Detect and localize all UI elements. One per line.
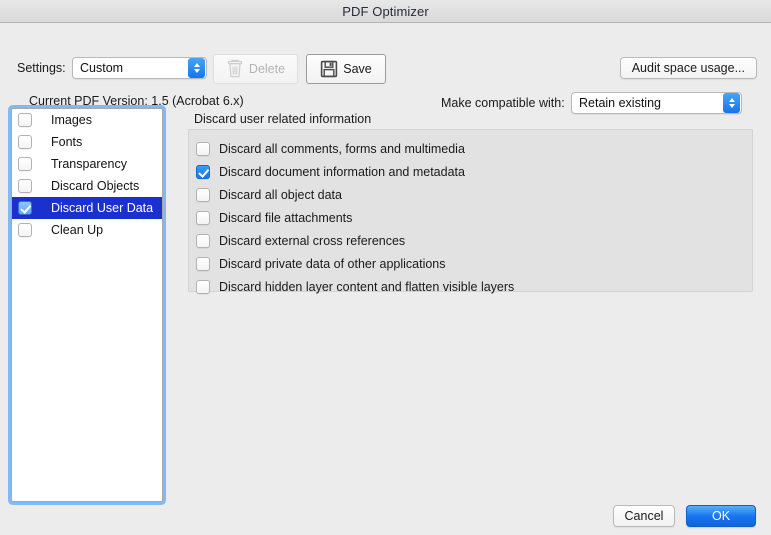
delete-button[interactable]: Delete	[213, 54, 298, 84]
option-label: Discard document information and metadat…	[219, 164, 465, 179]
settings-dropdown[interactable]: Custom	[72, 57, 207, 79]
option-checkbox[interactable]	[196, 141, 210, 156]
sidebar-item-label: Transparency	[51, 157, 127, 171]
option-row[interactable]: Discard file attachments	[189, 206, 752, 229]
sidebar-item-label: Clean Up	[51, 223, 104, 237]
sidebar-item-checkbox[interactable]	[18, 223, 32, 237]
updown-chevron-icon	[188, 58, 205, 78]
window-title: PDF Optimizer	[342, 3, 429, 19]
sidebar-item-discard-user-data[interactable]: Discard User Data	[12, 197, 162, 219]
cancel-button-label: Cancel	[624, 509, 664, 523]
sidebar-item-checkbox[interactable]	[18, 135, 32, 149]
option-label: Discard external cross references	[219, 233, 406, 248]
toolbar: Settings: Custom Delete Save Audit space…	[0, 23, 771, 114]
window-titlebar: PDF Optimizer	[0, 0, 771, 23]
settings-label: Settings:	[17, 61, 66, 75]
sidebar-item-label: Fonts	[51, 135, 83, 149]
option-row[interactable]: Discard private data of other applicatio…	[189, 252, 752, 275]
ok-button[interactable]: OK	[686, 505, 756, 527]
group-title: Discard user related information	[194, 112, 372, 126]
sidebar-item-fonts[interactable]: Fonts	[12, 131, 162, 153]
sidebar-item-label: Images	[51, 113, 92, 127]
option-row[interactable]: Discard hidden layer content and flatten…	[189, 275, 752, 298]
sidebar-item-checkbox[interactable]	[18, 179, 32, 193]
option-row[interactable]: Discard all object data	[189, 183, 752, 206]
sidebar-item-label: Discard Objects	[51, 179, 140, 193]
option-checkbox[interactable]	[196, 187, 210, 202]
option-label: Discard private data of other applicatio…	[219, 256, 446, 271]
option-row[interactable]: Discard all comments, forms and multimed…	[189, 137, 752, 160]
option-checkbox[interactable]	[196, 164, 210, 179]
sidebar-item-checkbox[interactable]	[18, 113, 32, 127]
option-row[interactable]: Discard external cross references	[189, 229, 752, 252]
sidebar-item-images[interactable]: Images	[12, 109, 162, 131]
trash-icon	[227, 59, 243, 78]
save-button[interactable]: Save	[306, 54, 386, 84]
sidebar-item-transparency[interactable]: Transparency	[12, 153, 162, 175]
option-checkbox[interactable]	[196, 279, 210, 294]
option-label: Discard hidden layer content and flatten…	[219, 279, 515, 294]
floppy-disk-icon	[321, 60, 338, 78]
option-checkbox[interactable]	[196, 256, 210, 271]
option-label: Discard file attachments	[219, 210, 353, 225]
delete-button-label: Delete	[248, 62, 286, 76]
sidebar-item-clean-up[interactable]: Clean Up	[12, 219, 162, 241]
sidebar-item-label: Discard User Data	[51, 201, 154, 215]
audit-space-usage-button[interactable]: Audit space usage...	[619, 57, 757, 79]
audit-space-usage-label: Audit space usage...	[631, 61, 745, 75]
cancel-button[interactable]: Cancel	[613, 505, 675, 527]
ok-button-label: OK	[711, 509, 731, 523]
discard-options-group: Discard all comments, forms and multimed…	[188, 129, 753, 294]
option-checkbox[interactable]	[196, 210, 210, 225]
make-compatible-label: Make compatible with:	[441, 96, 565, 110]
panel-list[interactable]: Images Fonts Transparency Discard Objects Di…	[11, 108, 163, 502]
sidebar-item-checkbox[interactable]	[18, 201, 32, 215]
save-button-label: Save	[343, 62, 372, 76]
option-row[interactable]: Discard document information and metadat…	[189, 160, 752, 183]
option-label: Discard all comments, forms and multimed…	[219, 141, 465, 156]
sidebar-item-discard-objects[interactable]: Discard Objects	[12, 175, 162, 197]
updown-chevron-icon	[723, 93, 740, 113]
current-pdf-version-text: Current PDF Version: 1.5 (Acrobat 6.x)	[29, 94, 244, 108]
settings-dropdown-value: Custom	[80, 61, 124, 75]
option-checkbox[interactable]	[196, 233, 210, 248]
make-compatible-dropdown[interactable]: Retain existing	[571, 92, 742, 114]
sidebar-item-checkbox[interactable]	[18, 157, 32, 171]
option-label: Discard all object data	[219, 187, 342, 202]
make-compatible-dropdown-value: Retain existing	[579, 96, 661, 110]
